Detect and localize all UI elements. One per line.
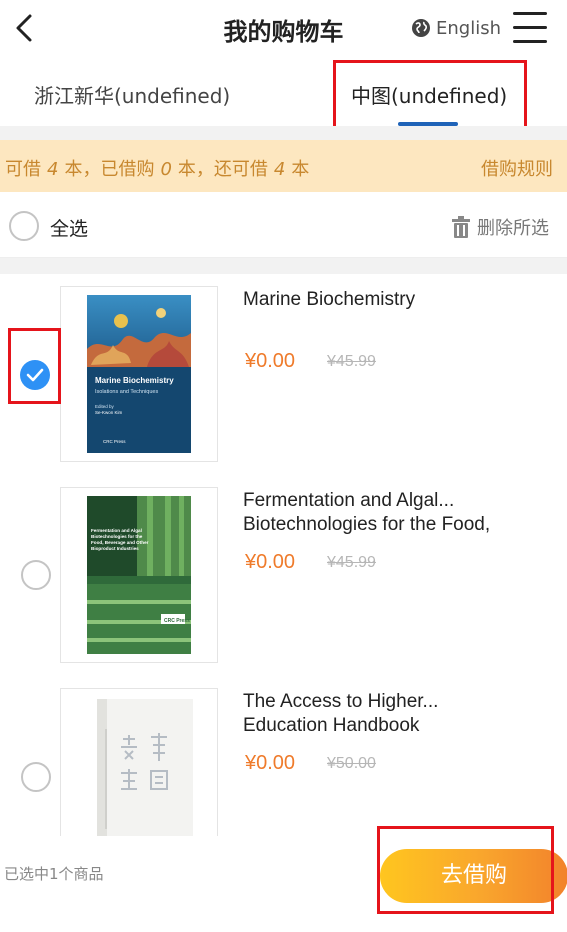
delete-selected-label: 删除所选	[477, 218, 549, 239]
svg-text:CRC Press: CRC Press	[164, 618, 190, 624]
cart-item-list: Marine Biochemistry Isolations and Techn…	[0, 274, 567, 836]
tab-zhejiang-xinhua[interactable]: 浙江新华(undefined)	[34, 80, 230, 109]
book-cover-marine-biochemistry: Marine Biochemistry Isolations and Techn…	[87, 295, 191, 453]
book-title[interactable]: Fermentation and Algal... Biotechnologie…	[243, 489, 553, 537]
trash-icon	[452, 216, 470, 238]
select-all-checkbox[interactable]	[9, 211, 39, 241]
book-original-price: ¥45.99	[327, 554, 376, 571]
borrow-quota-text: 可借 4 本，已借购 0 本，还可借 4 本	[5, 159, 310, 180]
book-title-line2: Biotechnologies for the Food,	[243, 514, 491, 535]
menu-button[interactable]	[513, 10, 549, 46]
divider	[0, 126, 567, 140]
book-cover-access-higher-education	[97, 699, 193, 836]
top-header: 我的购物车 English	[0, 0, 567, 58]
language-label: English	[436, 17, 501, 39]
item-checkbox[interactable]	[21, 560, 51, 590]
select-all-row: 全选 删除所选	[0, 194, 567, 258]
selected-count-text: 已选中1个商品	[4, 865, 104, 883]
go-borrow-button[interactable]: 去借购	[380, 849, 567, 903]
borrow-rules-link[interactable]: 借购规则	[481, 155, 553, 181]
tab-zhongtu[interactable]: 中图(undefined)	[351, 80, 507, 109]
menu-icon	[513, 12, 547, 15]
svg-text:Edited by: Edited by	[95, 404, 115, 409]
book-cover-frame[interactable]: Marine Biochemistry Isolations and Techn…	[60, 286, 218, 462]
svg-text:CRC Press: CRC Press	[103, 439, 126, 444]
cart-item[interactable]: Fermentation and Algal Biotechnologies f…	[0, 475, 567, 676]
language-switch[interactable]: English	[411, 16, 501, 40]
book-title-line2: Education Handbook	[243, 715, 420, 736]
checkmark-icon	[26, 368, 44, 382]
book-cover-fermentation: Fermentation and Algal Biotechnologies f…	[87, 496, 191, 654]
item-checkbox[interactable]	[21, 762, 51, 792]
book-title[interactable]: Marine Biochemistry	[243, 288, 553, 312]
svg-text:Se-Kwon Kim: Se-Kwon Kim	[95, 410, 123, 415]
book-cover-frame[interactable]: Fermentation and Algal Biotechnologies f…	[60, 487, 218, 663]
book-title-line1: Fermentation and Algal...	[243, 490, 455, 511]
book-price: ¥0.00	[245, 752, 296, 774]
book-title-line1: The Access to Higher...	[243, 691, 439, 712]
book-price: ¥0.00	[245, 350, 296, 372]
book-original-price: ¥50.00	[327, 755, 376, 772]
svg-text:Marine Biochemistry: Marine Biochemistry	[95, 376, 174, 385]
select-all-label[interactable]: 全选	[50, 214, 88, 241]
bottom-action-bar: 已选中1个商品 去借购	[0, 836, 567, 932]
globe-icon	[412, 19, 430, 37]
divider	[0, 258, 567, 274]
delete-selected-button[interactable]: 删除所选	[451, 214, 549, 240]
cart-item[interactable]: Marine Biochemistry Isolations and Techn…	[0, 274, 567, 475]
book-cover-frame[interactable]	[60, 688, 218, 836]
book-original-price: ¥45.99	[327, 353, 376, 370]
svg-text:Isolations and Techniques: Isolations and Techniques	[95, 389, 158, 395]
store-tabs: 浙江新华(undefined) 中图(undefined)	[0, 60, 567, 126]
cart-item[interactable]: The Access to Higher... Education Handbo…	[0, 676, 567, 836]
borrow-notice-bar: 可借 4 本，已借购 0 本，还可借 4 本 借购规则	[0, 140, 567, 192]
book-price: ¥0.00	[245, 551, 296, 573]
item-checkbox[interactable]	[20, 360, 50, 390]
book-title[interactable]: The Access to Higher... Education Handbo…	[243, 690, 553, 738]
